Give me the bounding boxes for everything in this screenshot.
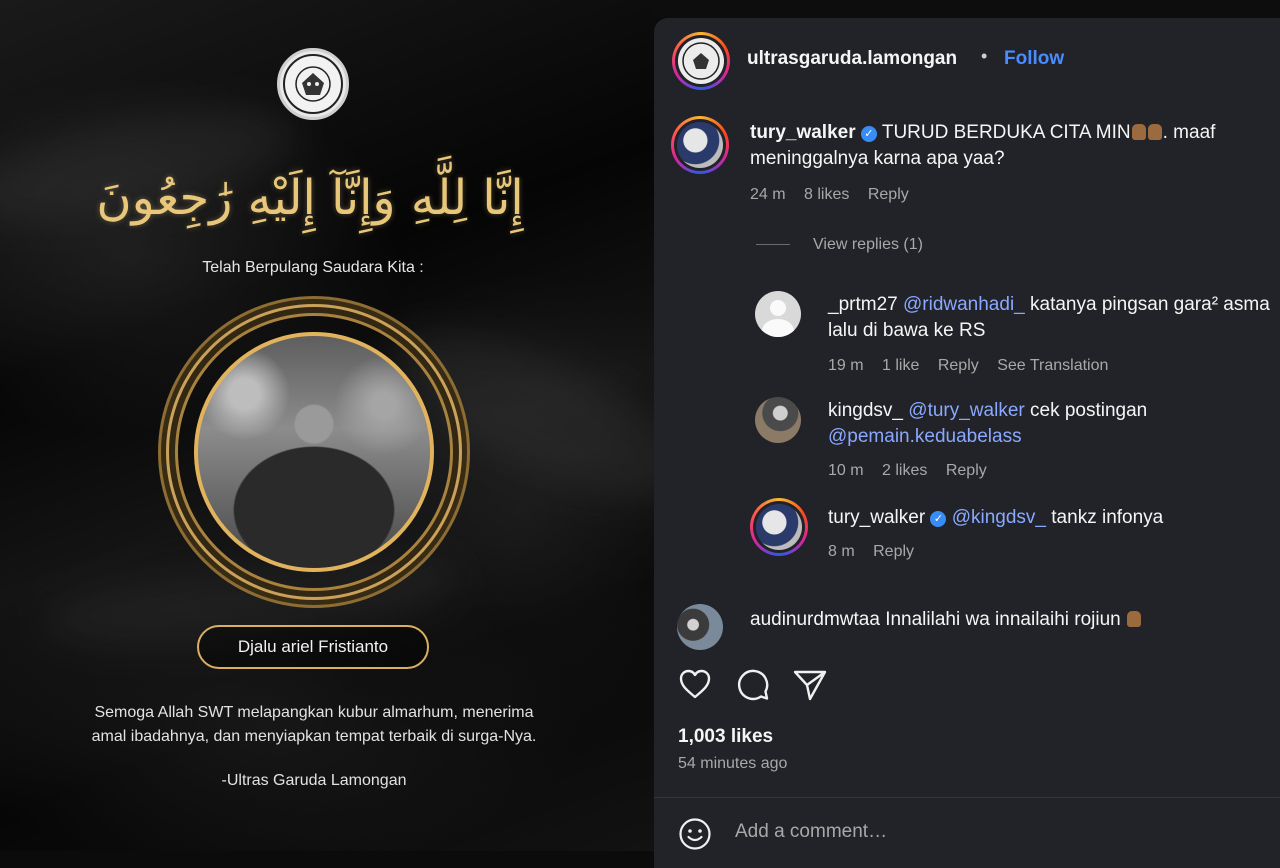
- comment-text: tury_walker ✓ @kingdsv_ tankz infonya: [828, 507, 1163, 529]
- prayer-line: amal ibadahnya, dan menyiapkan tempat te…: [91, 728, 537, 745]
- heart-icon[interactable]: [678, 668, 712, 700]
- comment-likes[interactable]: 1 like: [882, 357, 919, 374]
- comment-body: TURUD BERDUKA CITA MIN: [881, 122, 1131, 143]
- pray-hands-emoji-icon: [1147, 124, 1162, 140]
- deceased-name: Djalu ariel Fristianto: [197, 625, 429, 669]
- add-comment-input[interactable]: [735, 818, 1215, 846]
- follow-button[interactable]: Follow: [1004, 48, 1064, 70]
- reply-button[interactable]: Reply: [946, 462, 987, 479]
- comment-username[interactable]: audinurdmwtaa: [750, 609, 880, 630]
- post-time: 54 minutes ago: [678, 755, 788, 772]
- mention-link[interactable]: @pemain.keduabelass: [828, 426, 1022, 448]
- commenter-avatar[interactable]: [750, 498, 808, 556]
- comment-body-line2: lalu di bawa ke RS: [828, 320, 986, 341]
- smiley-icon[interactable]: [678, 817, 712, 851]
- commenter-avatar[interactable]: [677, 604, 723, 650]
- comment-likes[interactable]: 2 likes: [882, 462, 927, 479]
- club-logo: [277, 48, 349, 120]
- comment-text: _prtm27 @ridwanhadi_ katanya pingsan gar…: [828, 294, 1270, 316]
- prayer-text: Semoga Allah SWT melapangkan kubur almar…: [0, 701, 628, 749]
- commenter-avatar[interactable]: [755, 397, 801, 443]
- reply-button[interactable]: Reply: [938, 357, 979, 374]
- mention-link[interactable]: @ridwanhadi_: [903, 294, 1025, 315]
- comment-text: tury_walker ✓ TURUD BERDUKA CITA MIN . ma…: [750, 122, 1215, 144]
- comment-text: kingdsv_ @tury_walker cek postingan: [828, 400, 1147, 422]
- comment-username[interactable]: _prtm27: [828, 294, 898, 315]
- comment-body: . maaf: [1162, 122, 1216, 143]
- comment-meta: 24 m 8 likes Reply: [750, 186, 923, 204]
- prayer-line: Semoga Allah SWT melapangkan kubur almar…: [94, 704, 534, 721]
- verified-badge-icon: ✓: [930, 511, 947, 527]
- comment-text: audinurdmwtaa Innalilahi wa innailaihi r…: [750, 609, 1142, 631]
- comment-body: tankz infonya: [1046, 507, 1164, 528]
- replies-divider: [756, 244, 790, 245]
- commenter-avatar[interactable]: [671, 116, 729, 174]
- comment-username[interactable]: tury_walker: [750, 122, 856, 143]
- comment-username[interactable]: kingdsv_: [828, 400, 903, 421]
- mention-link[interactable]: @kingdsv_: [952, 507, 1046, 528]
- top-strip: [654, 0, 1280, 18]
- pray-hands-emoji-icon: [1127, 611, 1142, 627]
- comment-body-line2: meninggalnya karna apa yaa?: [750, 148, 1005, 169]
- comment-username[interactable]: tury_walker: [828, 507, 925, 528]
- post-image: إِنَّا لِلَّهِ وَإِنَّآ إِلَيْهِ رَٰجِعُ…: [0, 0, 654, 851]
- pray-hands-emoji-icon: [1131, 124, 1146, 140]
- comment-likes[interactable]: 8 likes: [804, 186, 849, 203]
- verified-badge-icon: ✓: [860, 126, 877, 142]
- comment-bubble-icon[interactable]: [735, 667, 771, 703]
- reply-button[interactable]: Reply: [868, 186, 909, 203]
- account-username[interactable]: ultrasgaruda.lamongan: [747, 48, 957, 70]
- comment-meta: 10 m 2 likes Reply: [828, 462, 1001, 480]
- comment-meta: 19 m 1 like Reply See Translation: [828, 357, 1122, 375]
- comment-body: Innalilahi wa innailaihi rojiun: [885, 609, 1121, 630]
- header-separator: •: [981, 46, 988, 66]
- comment-meta: 8 m Reply: [828, 543, 928, 561]
- comment-body: katanya pingsan gara² asma: [1024, 294, 1270, 315]
- default-avatar-icon[interactable]: [755, 291, 801, 337]
- comment-time: 24 m: [750, 186, 786, 203]
- reply-button[interactable]: Reply: [873, 543, 914, 560]
- signature: -Ultras Garuda Lamongan: [221, 772, 407, 789]
- lead-text: Telah Berpulang Saudara Kita :: [202, 259, 424, 276]
- comment-time: 10 m: [828, 462, 864, 479]
- view-replies-button[interactable]: View replies (1): [813, 236, 923, 254]
- see-translation-button[interactable]: See Translation: [997, 357, 1108, 374]
- likes-count[interactable]: 1,003 likes: [678, 726, 773, 748]
- mention-link[interactable]: @tury_walker: [908, 400, 1024, 421]
- comment-time: 8 m: [828, 543, 855, 560]
- arabic-inscription: إِنَّا لِلَّهِ وَإِنَّآ إِلَيْهِ رَٰجِعُ…: [96, 170, 524, 226]
- paper-plane-icon[interactable]: [792, 668, 828, 702]
- deceased-photo: [194, 332, 434, 572]
- divider: [654, 797, 1280, 798]
- comment-time: 19 m: [828, 357, 864, 374]
- account-avatar[interactable]: [672, 32, 730, 90]
- comment-body: cek postingan: [1024, 400, 1148, 421]
